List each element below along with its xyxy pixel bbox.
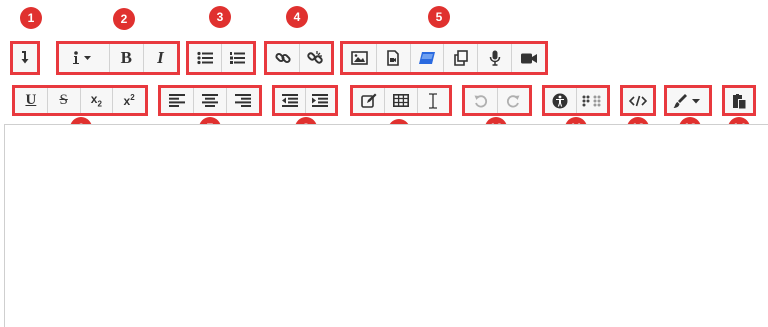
record-audio-icon <box>489 50 500 66</box>
italic-icon: I <box>157 48 164 67</box>
align-left-icon <box>169 94 185 107</box>
media-file-icon <box>387 50 400 66</box>
collapse-button[interactable] <box>13 44 37 72</box>
ordered-list-icon <box>230 52 246 64</box>
special-character-button[interactable] <box>418 88 449 113</box>
html-icon <box>629 95 647 106</box>
html-button[interactable] <box>623 88 653 113</box>
link-icon <box>275 52 291 64</box>
group-indent <box>272 85 338 116</box>
accessibility-checker-button[interactable] <box>545 88 577 113</box>
align-left-button[interactable] <box>161 88 194 113</box>
text-color-icon <box>673 93 700 108</box>
group-media <box>340 41 548 75</box>
subscript-button[interactable]: x2 <box>81 88 114 113</box>
underline-button[interactable]: U <box>15 88 48 113</box>
manage-files-button[interactable] <box>444 44 479 72</box>
indent-icon <box>312 94 329 107</box>
h5p-icon <box>419 52 436 64</box>
record-video-icon <box>520 53 537 63</box>
redo-icon <box>507 94 520 107</box>
unordered-list-icon <box>197 51 213 65</box>
bold-button[interactable]: B <box>110 44 144 72</box>
undo-button[interactable] <box>465 88 498 113</box>
link-button[interactable] <box>267 44 300 72</box>
unlink-icon <box>307 51 323 64</box>
annotation-badge-5: 5 <box>428 6 450 28</box>
equation-editor-button[interactable] <box>353 88 386 113</box>
outdent-icon <box>281 94 298 107</box>
paste-button[interactable] <box>725 88 753 113</box>
superscript-button[interactable]: x2 <box>113 88 145 113</box>
underline-icon: U <box>25 92 37 108</box>
screenreader-helper-icon <box>582 95 601 106</box>
indent-button[interactable] <box>306 88 336 113</box>
align-center-icon <box>202 94 218 107</box>
group-html <box>620 85 656 116</box>
paste-icon <box>733 93 746 108</box>
record-video-button[interactable] <box>512 44 545 72</box>
group-insert <box>350 85 452 116</box>
group-accessibility <box>542 85 610 116</box>
paragraph-style-button[interactable] <box>59 44 110 72</box>
special-character-icon <box>429 92 438 109</box>
redo-button[interactable] <box>498 88 530 113</box>
align-center-button[interactable] <box>194 88 227 113</box>
group-alignment <box>158 85 262 116</box>
outdent-button[interactable] <box>275 88 306 113</box>
bold-icon: B <box>120 48 132 67</box>
accessibility-checker-icon <box>552 93 568 108</box>
group-collapse <box>10 41 40 75</box>
strikethrough-button[interactable]: S <box>48 88 81 113</box>
image-button[interactable] <box>343 44 377 72</box>
annotation-badge-3: 3 <box>209 6 231 28</box>
table-button[interactable] <box>385 88 418 113</box>
italic-button[interactable]: I <box>144 44 177 72</box>
strikethrough-icon: S <box>59 92 68 108</box>
image-icon <box>351 51 368 65</box>
align-right-button[interactable] <box>227 88 259 113</box>
info-paragraph-icon <box>72 51 91 64</box>
text-color-button[interactable] <box>667 88 709 113</box>
collapse-icon <box>21 51 29 64</box>
subscript-icon: x2 <box>90 92 102 109</box>
group-paragraph-style: B I <box>56 41 180 75</box>
editor-content-area[interactable] <box>4 124 768 327</box>
unordered-list-button[interactable] <box>189 44 222 72</box>
undo-icon <box>474 94 487 107</box>
group-paste <box>722 85 756 116</box>
editor-toolbar: B I U S x2 x2 1 2 3 4 5 <box>0 0 768 141</box>
group-text-color <box>664 85 712 116</box>
unlink-button[interactable] <box>300 44 332 72</box>
annotation-badge-2: 2 <box>113 8 135 30</box>
record-audio-button[interactable] <box>478 44 513 72</box>
annotation-badge-1: 1 <box>20 7 42 29</box>
table-icon <box>392 94 409 107</box>
align-right-icon <box>235 94 251 107</box>
group-text-format: U S x2 x2 <box>12 85 148 116</box>
media-button[interactable] <box>377 44 411 72</box>
equation-editor-icon <box>360 93 377 108</box>
screenreader-helper-button[interactable] <box>577 88 608 113</box>
superscript-icon: x2 <box>123 93 135 108</box>
group-links <box>264 41 334 75</box>
manage-files-icon <box>454 50 468 66</box>
annotation-badge-4: 4 <box>286 6 308 28</box>
h5p-button[interactable] <box>411 44 445 72</box>
ordered-list-button[interactable] <box>222 44 254 72</box>
group-history <box>462 85 532 116</box>
group-lists <box>186 41 256 75</box>
